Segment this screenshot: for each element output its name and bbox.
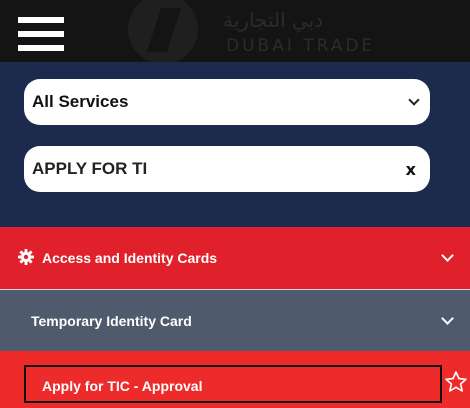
search-field: x [24, 146, 430, 192]
chevron-down-icon [408, 94, 420, 106]
service-select-value: All Services [32, 92, 129, 111]
dubai-trade-logo: دبي التجارية DUBAI TRADE [128, 0, 388, 64]
logo-mark-icon [128, 0, 198, 64]
menu-category-label: Access and Identity Cards [42, 250, 218, 266]
menu-subcategory-label: Temporary Identity Card [31, 313, 192, 329]
logo-arabic-text: دبي التجارية [223, 8, 324, 32]
logo-english-text: DUBAI TRADE [226, 36, 376, 56]
service-apply-tic-approval-link[interactable]: Apply for TIC - Approval [24, 365, 442, 403]
search-input[interactable] [32, 154, 382, 184]
star-outline-icon[interactable] [444, 370, 468, 394]
gear-icon [18, 249, 34, 265]
hamburger-menu-icon[interactable] [18, 17, 64, 51]
clear-search-button[interactable]: x [406, 160, 416, 179]
menu-bar [18, 31, 64, 37]
chevron-down-icon [441, 312, 454, 325]
service-select[interactable]: All Services [24, 79, 430, 125]
menu-bar [18, 45, 64, 51]
menu-category-access-identity-cards[interactable]: Access and Identity Cards [0, 227, 470, 289]
chevron-down-icon [441, 249, 454, 262]
service-label: Apply for TIC - Approval [42, 378, 203, 394]
top-header: دبي التجارية DUBAI TRADE [0, 0, 470, 64]
menu-service-row: Apply for TIC - Approval [0, 351, 470, 408]
menu-subcategory-temporary-identity-card[interactable]: Temporary Identity Card [0, 289, 470, 351]
menu-bar [18, 17, 64, 23]
search-panel: All Services x [0, 62, 470, 227]
